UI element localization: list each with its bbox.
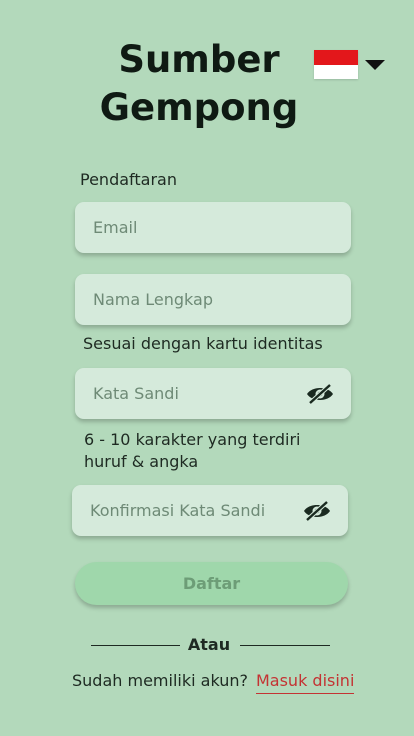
email-field[interactable] xyxy=(91,217,335,238)
eye-slash-icon[interactable] xyxy=(302,499,332,523)
password-hint-line2: huruf & angka xyxy=(84,452,199,471)
password-field[interactable] xyxy=(91,383,305,404)
register-button[interactable]: Daftar xyxy=(75,562,348,605)
eye-slash-icon[interactable] xyxy=(305,382,335,406)
indonesia-flag-icon xyxy=(314,50,358,79)
confirm-password-field-container[interactable] xyxy=(72,485,348,536)
login-prompt: Sudah memiliki akun? Masuk disini xyxy=(72,671,355,694)
app-title-line1: Sumber xyxy=(118,38,280,81)
password-hint-line1: 6 - 10 karakter yang terdiri xyxy=(84,430,301,449)
password-hint: 6 - 10 karakter yang terdiri huruf & ang… xyxy=(84,429,300,473)
login-link[interactable]: Masuk disini xyxy=(255,671,355,694)
full-name-field[interactable] xyxy=(91,289,335,310)
divider-text: Atau xyxy=(187,635,231,654)
caret-down-icon xyxy=(365,59,385,70)
login-question: Sudah memiliki akun? xyxy=(72,671,248,690)
app-title: Sumber Gempong xyxy=(96,36,302,132)
app-title-line2: Gempong xyxy=(99,86,299,129)
divider-right xyxy=(240,645,330,646)
name-hint: Sesuai dengan kartu identitas xyxy=(83,334,323,353)
language-selector[interactable] xyxy=(314,50,385,79)
name-field-container[interactable] xyxy=(75,274,351,325)
section-title: Pendaftaran xyxy=(80,170,177,189)
confirm-password-field[interactable] xyxy=(88,500,302,521)
email-field-container[interactable] xyxy=(75,202,351,253)
password-field-container[interactable] xyxy=(75,368,351,419)
divider-left xyxy=(91,645,180,646)
